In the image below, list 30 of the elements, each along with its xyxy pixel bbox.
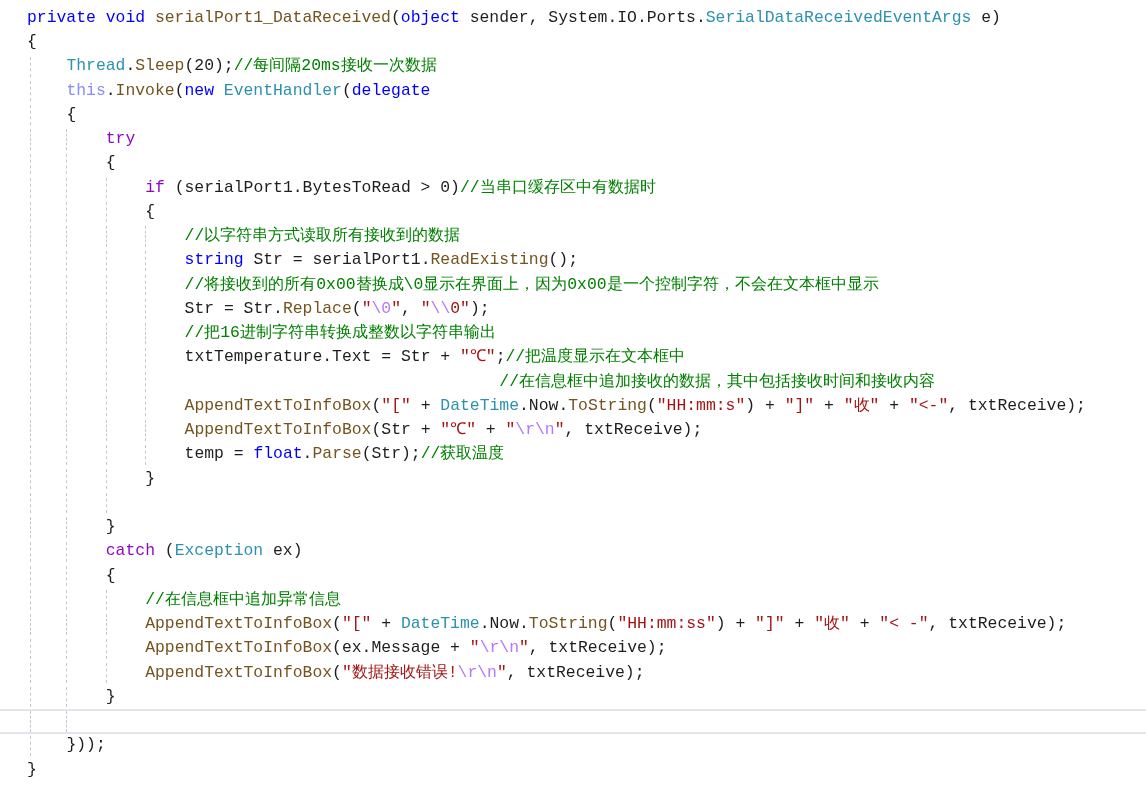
code-line: //把16进制字符串转换成整数以字符串输出 [184, 325, 496, 342]
code-line: string Str = serialPort1.ReadExisting(); [184, 252, 579, 269]
code-line: { [66, 106, 77, 124]
code-line: Thread.Sleep(20);//每间隔20ms接收一次数据 [66, 58, 437, 75]
code-line: txtTemperature.Text = Str + "℃";//把温度显示在文本框中 [184, 349, 686, 366]
code-line: })); [66, 737, 106, 754]
code-line: private void serialPort1_DataReceived(object sender, System.IO.Ports.SerialDataReceivedEventArgs e) [27, 9, 1001, 27]
code-line: } [105, 519, 116, 536]
code-line: { [145, 203, 155, 221]
code-line: catch (Exception ex) [105, 543, 303, 560]
code-line: this.Invoke(new EventHandler(delegate [66, 82, 431, 100]
code-line: //在信息框中追加异常信息 [145, 591, 341, 609]
code-line: //将接收到的所有0x00替换成\0显示在界面上，因为0x00是一个控制字符，不会在文本框中显示 [184, 276, 879, 294]
code-line: AppendTextToInfoBox(ex.Message + "\r\n", txtReceive); [145, 640, 667, 657]
code-line: //以字符串方式读取所有接收到的数据 [184, 228, 461, 245]
code-line: try [105, 131, 136, 148]
code-line: } [105, 688, 116, 706]
code-line: AppendTextToInfoBox("数据接收错误!\r\n", txtReceive); [145, 664, 645, 682]
code-line: //在信息框中追加接收的数据，其中包括接收时间和接收内容 [498, 373, 935, 391]
code-line: { [105, 155, 116, 172]
code-line: Str = Str.Replace("\0", "\\0"); [184, 300, 490, 318]
code-line: { [105, 567, 116, 585]
code-line: } [145, 470, 155, 488]
code-line: if (serialPort1.BytesToRead > 0)//当串口缓存区中有数据时 [145, 179, 656, 197]
code-line: AppendTextToInfoBox("[" + DateTime.Now.ToString("HH:mm:s") + "]" + "收" + "<-", txtReceive); [184, 397, 1086, 415]
code-line: } [27, 761, 37, 779]
code-line: temp = float.Parse(Str);//获取温度 [184, 446, 505, 463]
code-line: AppendTextToInfoBox("[" + DateTime.Now.ToString("HH:mm:ss") + "]" + "收" + "< -", txtReceive); [145, 616, 1067, 633]
code-line: AppendTextToInfoBox(Str + "℃" + "\r\n", txtReceive); [184, 422, 703, 439]
code-line: { [27, 34, 37, 51]
